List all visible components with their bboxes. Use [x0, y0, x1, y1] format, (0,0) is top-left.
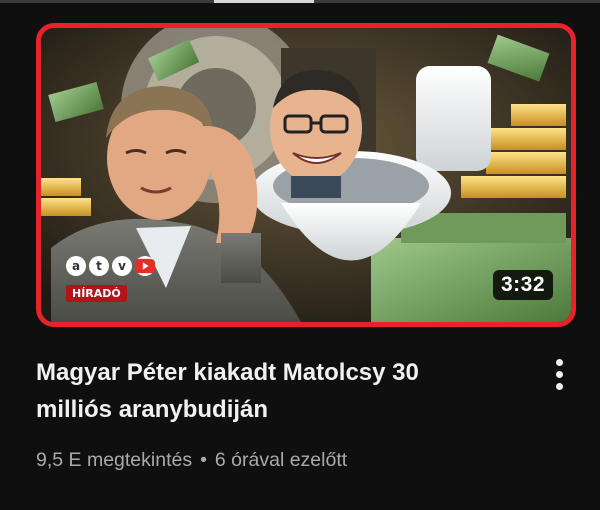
duration-badge: 3:32 [492, 270, 553, 300]
channel-logo-letter: t [89, 256, 109, 276]
video-card: a t v HÍRADÓ 3:32 Magyar Péter kiakadt M… [0, 0, 600, 510]
youtube-play-icon [135, 256, 155, 276]
program-tag: HÍRADÓ [66, 285, 127, 302]
video-thumbnail[interactable]: a t v HÍRADÓ 3:32 [36, 23, 576, 327]
more-actions-button[interactable] [542, 352, 576, 396]
top-scroll-indicator [214, 0, 314, 3]
meta-separator: • [200, 449, 207, 471]
view-count: 9,5 E megtekintés [36, 449, 193, 471]
thumbnail-image [41, 28, 571, 322]
more-vertical-icon [555, 382, 563, 390]
channel-logo-letter: v [112, 256, 132, 276]
channel-logo: a t v [66, 256, 155, 276]
channel-logo-letter: a [66, 256, 86, 276]
more-vertical-icon [555, 370, 563, 378]
more-vertical-icon [555, 358, 563, 366]
upload-age: 6 órával ezelőtt [214, 449, 348, 471]
video-title[interactable]: Magyar Péter kiakadt Matolcsy 30 milliós… [36, 354, 496, 428]
video-metadata: 9,5 E megtekintés • 6 órával ezelőtt [36, 449, 347, 472]
